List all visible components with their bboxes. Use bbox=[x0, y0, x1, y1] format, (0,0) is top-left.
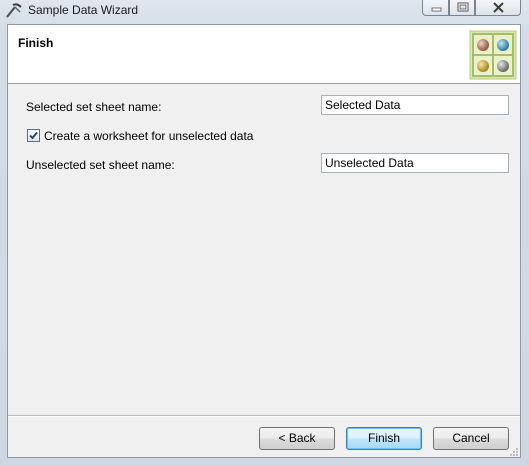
footer-divider bbox=[8, 415, 520, 417]
wizard-window: Sample Data Wizard Finish Selected set s… bbox=[0, 0, 529, 466]
selected-sheet-name-label: Selected set sheet name: bbox=[26, 100, 162, 114]
finish-button[interactable]: Finish bbox=[346, 427, 422, 450]
wizard-client-area: Finish Selected set sheet name: Selected… bbox=[7, 24, 521, 458]
cancel-button[interactable]: Cancel bbox=[433, 427, 509, 450]
maximize-button[interactable] bbox=[449, 0, 475, 16]
wizard-app-icon bbox=[5, 2, 23, 20]
resize-grip-icon[interactable] bbox=[509, 446, 519, 456]
minimize-button[interactable] bbox=[422, 0, 449, 16]
back-button[interactable]: < Back bbox=[259, 427, 335, 450]
close-button[interactable] bbox=[475, 0, 521, 16]
window-title: Sample Data Wizard bbox=[28, 3, 139, 17]
restore-icon bbox=[457, 2, 469, 12]
unselected-sheet-name-label: Unselected set sheet name: bbox=[26, 158, 175, 172]
unselected-worksheet-checkbox[interactable] bbox=[27, 129, 40, 142]
title-bar[interactable]: Sample Data Wizard bbox=[0, 0, 529, 22]
close-icon bbox=[493, 2, 504, 13]
spheres-grid-logo-icon bbox=[468, 29, 518, 81]
wizard-header: Finish bbox=[8, 25, 520, 84]
selected-sheet-name-input[interactable] bbox=[321, 95, 509, 115]
unselected-worksheet-checkbox-label[interactable]: Create a worksheet for unselected data bbox=[44, 129, 253, 143]
page-title: Finish bbox=[18, 36, 54, 50]
unselected-sheet-name-input[interactable] bbox=[321, 153, 509, 173]
checkmark-icon bbox=[29, 131, 38, 140]
minimize-icon bbox=[431, 7, 442, 12]
